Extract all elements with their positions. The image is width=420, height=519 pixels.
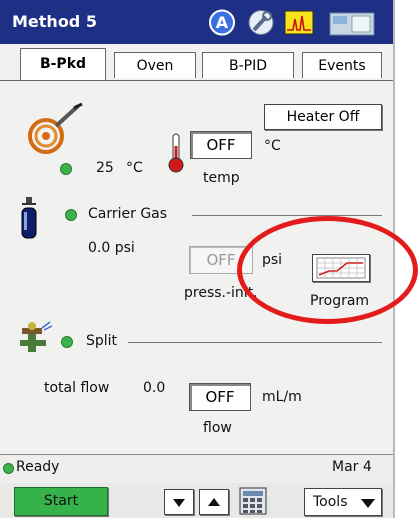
thermometer-icon <box>167 132 185 178</box>
heater-actual-value: 25 <box>96 160 114 176</box>
tools-label: Tools <box>313 494 348 510</box>
flow-setpoint-unit: mL/m <box>262 389 302 405</box>
heater-status-dot <box>60 163 72 175</box>
bottom-toolbar: Start Tools <box>0 483 393 518</box>
tab-events[interactable]: Events <box>302 52 382 78</box>
tab-b-pid[interactable]: B-PID <box>202 52 294 78</box>
heater-actual-unit: °C <box>126 160 143 176</box>
ready-status-dot <box>3 463 14 474</box>
carrier-separator <box>192 215 382 216</box>
instrument-icon[interactable] <box>322 7 382 38</box>
arrow-down-icon <box>173 499 185 507</box>
scroll-up-button[interactable] <box>199 489 229 515</box>
split-status-dot <box>61 336 73 348</box>
carrier-gas-label: Carrier Gas <box>88 206 168 222</box>
gas-cylinder-icon <box>18 196 40 244</box>
start-button[interactable]: Start <box>14 487 108 516</box>
status-bar: Ready Mar 4 <box>0 454 393 484</box>
tab-b-pkd[interactable]: B-Pkd <box>20 48 106 80</box>
window-title: Method 5 <box>12 12 97 31</box>
flow-setpoint-field[interactable]: OFF <box>189 383 251 411</box>
carrier-actual-value: 0.0 psi <box>88 240 135 256</box>
total-flow-label: total flow <box>44 380 110 396</box>
tab-oven[interactable]: Oven <box>114 52 196 78</box>
temp-caption: temp <box>203 170 240 186</box>
chevron-down-icon <box>361 499 375 508</box>
title-bar: Method 5 A <box>0 0 393 44</box>
chromatogram-icon[interactable] <box>283 7 315 38</box>
split-valve-icon <box>14 320 54 364</box>
arrow-up-icon <box>208 498 220 506</box>
highlight-circle <box>237 216 418 324</box>
status-text: Ready <box>16 459 60 475</box>
tools-menu-button[interactable]: Tools <box>304 488 382 516</box>
keypad-icon[interactable] <box>239 487 267 515</box>
heater-coil-icon <box>22 102 86 158</box>
temp-setpoint-field[interactable]: OFF <box>190 131 252 159</box>
wrench-icon[interactable] <box>245 7 277 38</box>
svg-text:A: A <box>216 13 229 32</box>
split-separator <box>128 342 382 343</box>
tab-strip: B-Pkd Oven B-PID Events <box>0 44 393 80</box>
tab-underline <box>0 80 393 81</box>
total-flow-value: 0.0 <box>143 380 166 396</box>
app-window: Method 5 A B-Pkd Oven B-PID Events Heate… <box>0 0 418 518</box>
a-icon[interactable]: A <box>206 7 238 38</box>
carrier-status-dot <box>65 209 77 221</box>
split-label: Split <box>86 333 118 349</box>
temp-setpoint-unit: °C <box>264 138 281 154</box>
flow-caption: flow <box>203 420 232 436</box>
status-date: Mar 4 <box>332 459 372 475</box>
heater-off-button[interactable]: Heater Off <box>264 104 382 130</box>
scroll-down-button[interactable] <box>164 489 194 515</box>
